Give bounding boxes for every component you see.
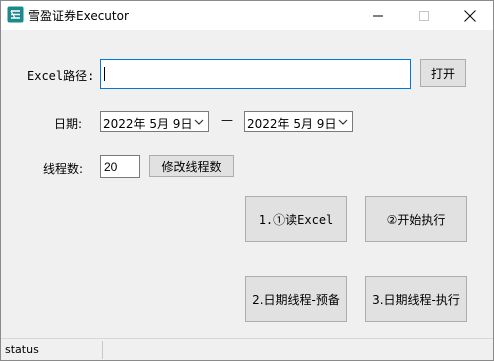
chevron-down-icon[interactable] [337,116,349,128]
app-window: 雪盈证券Executor Excel路径: 打开 日期: 2022年 5月 9日 [0,0,494,361]
date-thread-execute-button[interactable]: 3.日期线程-执行 [365,276,467,322]
start-date-picker[interactable]: 2022年 5月 9日 [100,111,209,132]
chevron-down-icon[interactable] [193,116,205,128]
read-excel-button[interactable]: 1.①读Excel [245,196,347,242]
excel-path-input[interactable] [100,59,411,89]
close-button[interactable] [447,1,493,30]
end-date-picker[interactable]: 2022年 5月 9日 [244,111,353,132]
maximize-icon [419,10,429,21]
title-bar[interactable]: 雪盈证券Executor [1,1,493,30]
minimize-icon [373,15,383,16]
minimize-button[interactable] [355,1,401,30]
open-button[interactable]: 打开 [420,59,466,87]
status-bar: status [1,338,493,360]
status-bar-divider [102,341,103,359]
maximize-button[interactable] [401,1,447,30]
start-execute-button[interactable]: ②开始执行 [365,196,467,242]
end-date-value: 2022年 5月 9日 [247,117,337,131]
date-range-separator: — [221,113,233,127]
excel-path-label: Excel路径: [27,69,95,83]
status-text: status [5,343,39,356]
app-logo-icon [7,6,24,23]
date-thread-prefetch-button[interactable]: 2.日期线程-预备 [245,276,347,322]
date-label: 日期: [54,117,83,131]
threads-input[interactable] [100,155,140,178]
close-icon [464,9,476,22]
start-date-value: 2022年 5月 9日 [103,117,193,131]
threads-label: 线程数: [43,162,84,176]
modify-threads-button[interactable]: 修改线程数 [149,155,234,177]
window-title: 雪盈证券Executor [28,9,129,23]
text-caret [104,67,105,81]
